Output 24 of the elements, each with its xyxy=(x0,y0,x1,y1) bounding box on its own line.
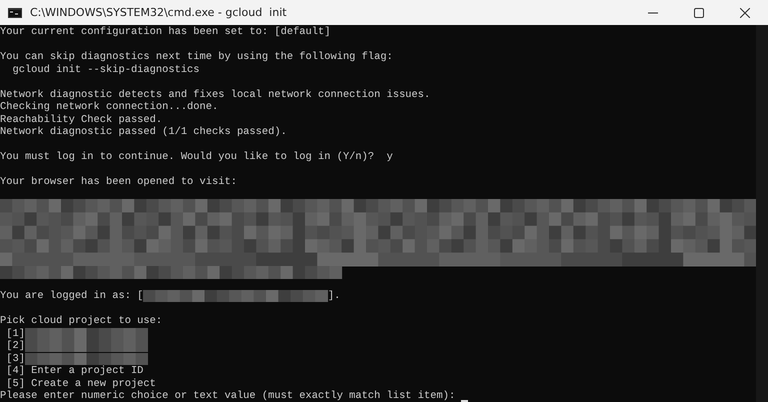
close-icon xyxy=(740,8,750,18)
console-line: [4] Enter a project ID xyxy=(5,365,144,378)
console-line: [5] Create a new project xyxy=(5,378,156,390)
console-line: [2] xyxy=(5,340,25,352)
console-line: Checking network connection...done. xyxy=(0,101,218,114)
console-line: [3] xyxy=(5,352,25,365)
console-line: You must log in to continue. Would you like to log in (Y/n)? y xyxy=(0,151,393,164)
console-line: Reachability Check passed. xyxy=(0,114,162,126)
text-cursor xyxy=(461,400,468,402)
console-line: Network diagnostic detects and fixes local network connection issues. xyxy=(0,88,430,101)
scrollbar[interactable] xyxy=(756,25,768,402)
console-line: You can skip diagnostics next time by using the following flag: xyxy=(0,51,393,64)
console-line: Your current configuration has been set to: [default] xyxy=(0,26,330,38)
console-line: Your browser has been opened to visit: xyxy=(0,176,237,188)
console-prompt: Please enter numeric choice or text value (must exactly match list item): xyxy=(0,390,456,402)
console-line: gcloud init --skip-diagnostics xyxy=(11,64,200,76)
console-line: [1] xyxy=(5,328,25,340)
maximize-icon xyxy=(694,8,704,18)
window-title: C:\WINDOWS\SYSTEM32\cmd.exe - gcloud init xyxy=(30,6,288,19)
terminal-icon xyxy=(8,8,22,18)
console-line: Network diagnostic passed (1/1 checks passed). xyxy=(0,126,287,138)
console-line: ]. xyxy=(328,290,340,302)
console-line: Pick cloud project to use: xyxy=(0,315,162,328)
console-line: You are logged in as: [ xyxy=(0,290,144,302)
